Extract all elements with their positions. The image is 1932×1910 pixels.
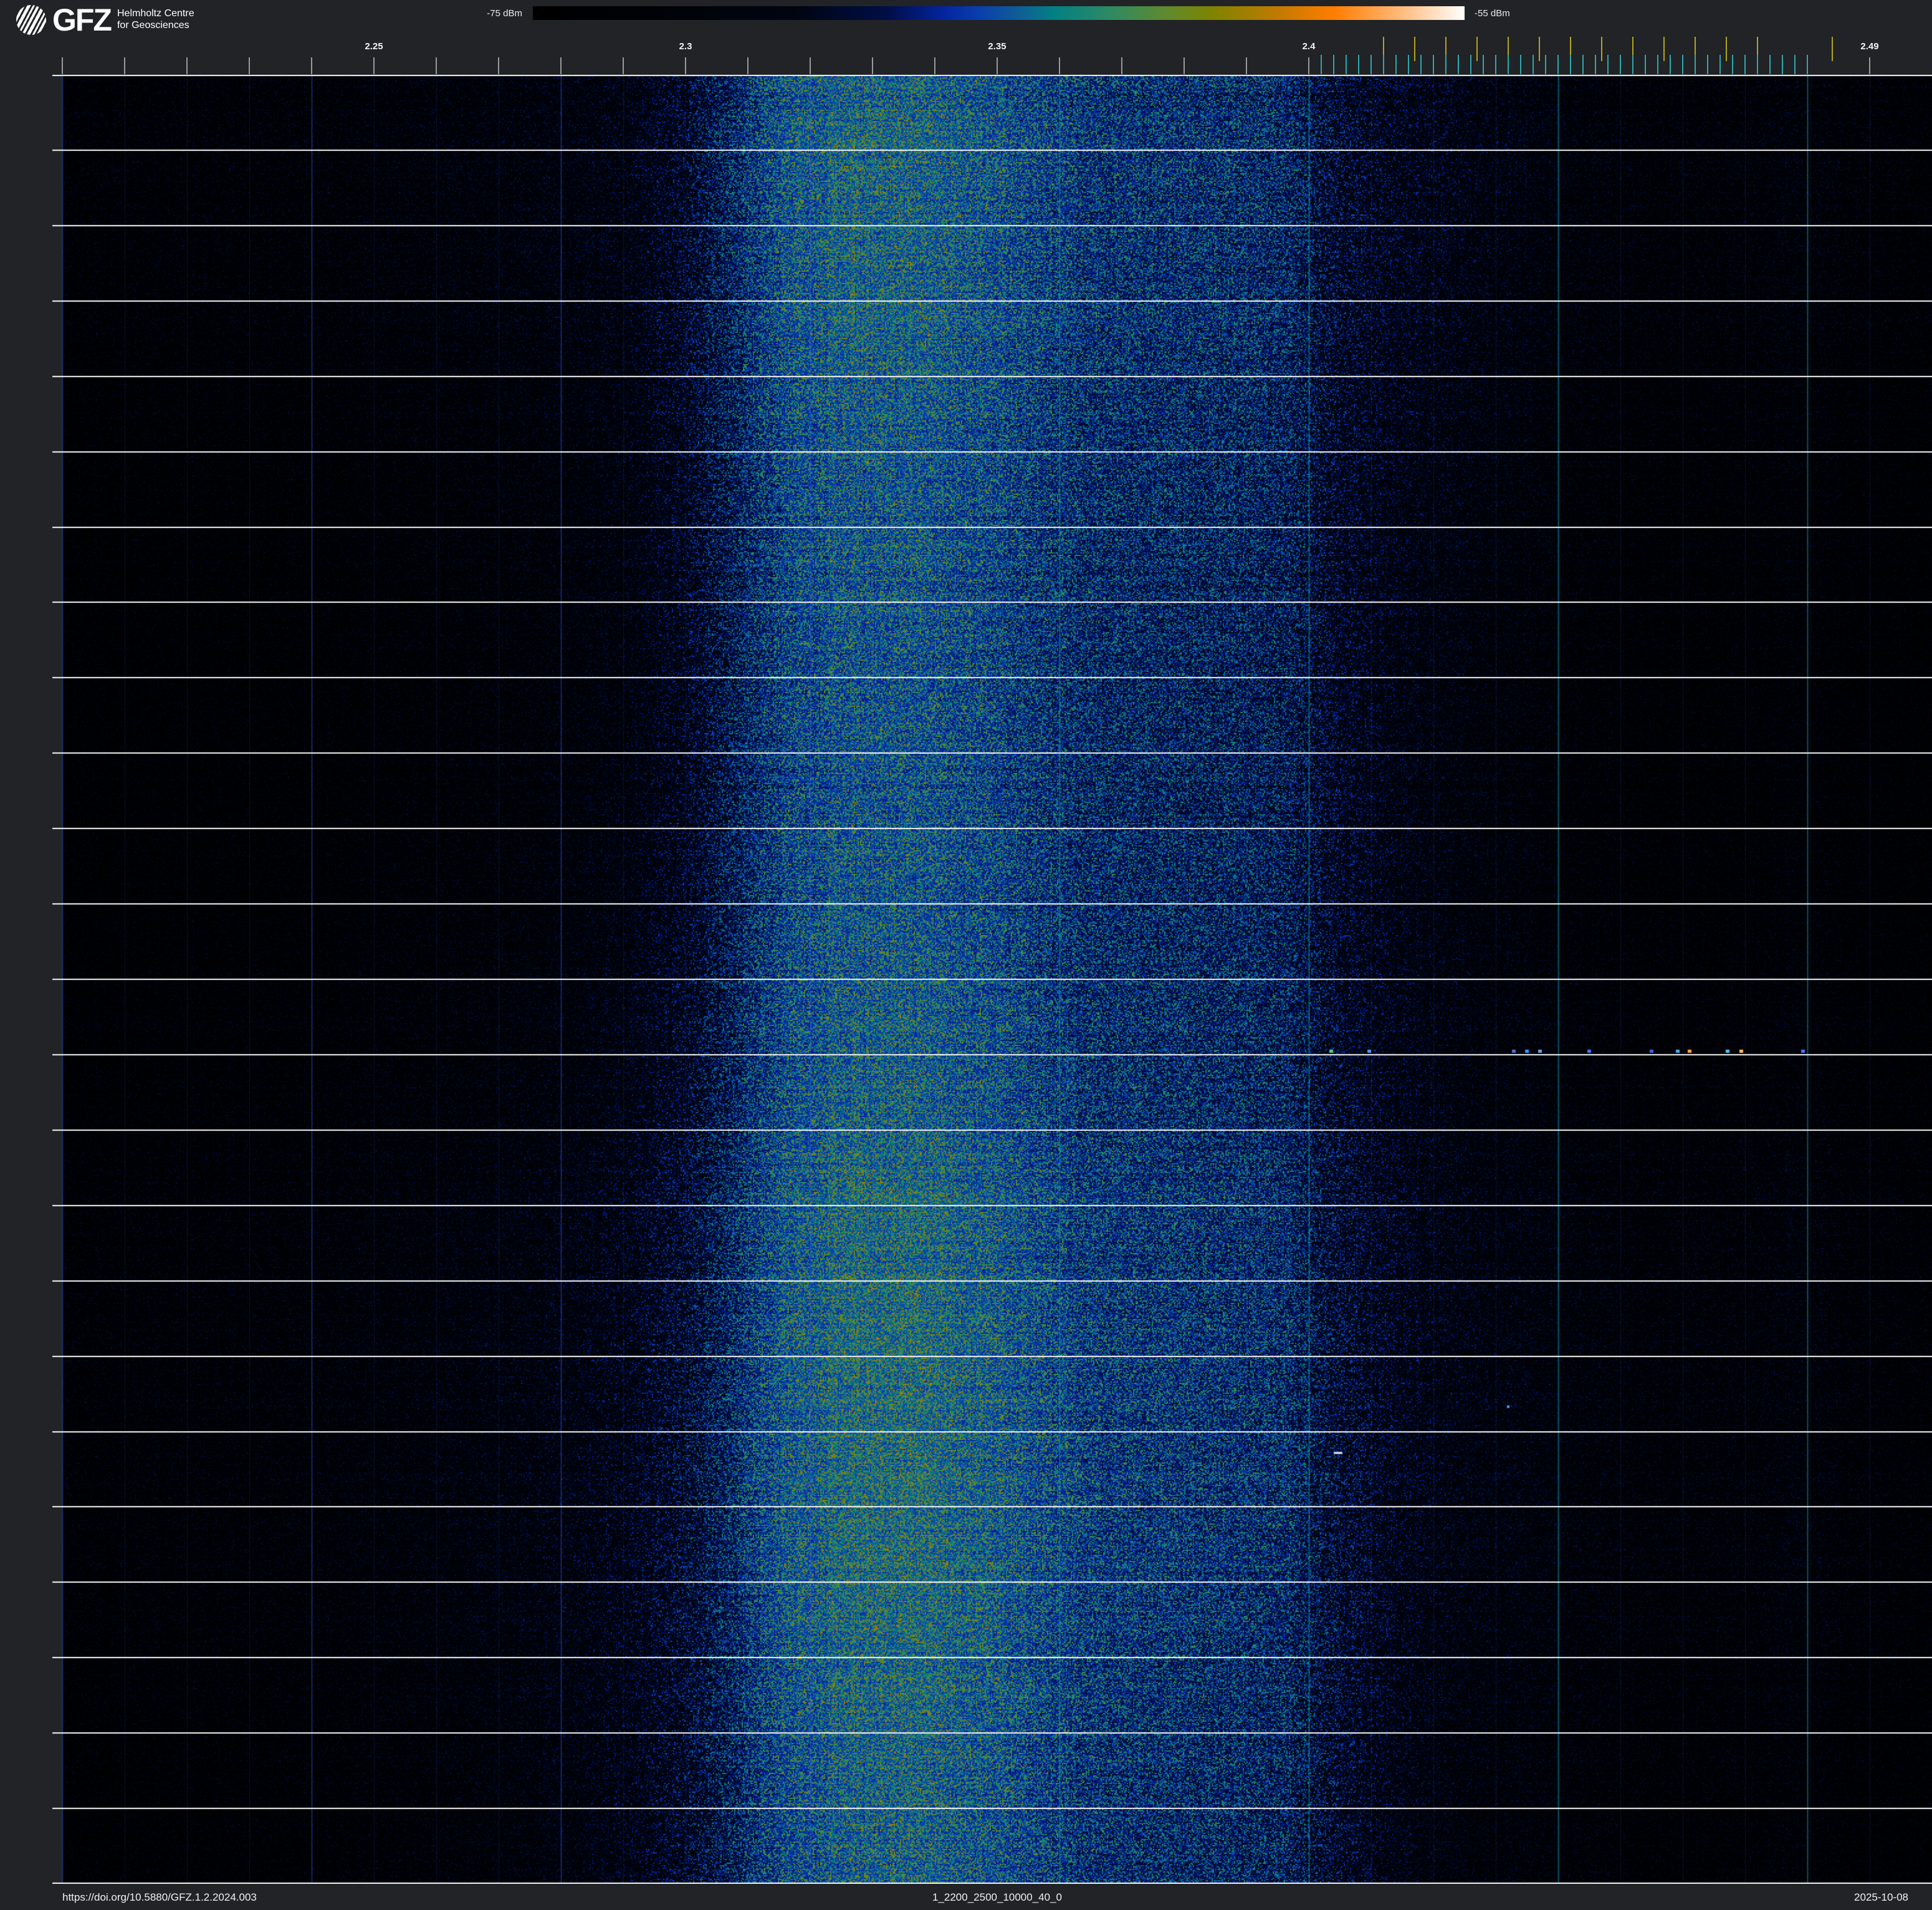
ble-channel-tick [1321,55,1322,74]
gfz-logo-line2: for Geosciences [117,20,189,31]
ble-channel-tick [1533,55,1534,74]
ble-channel-tick [1508,55,1509,74]
wifi-channel-tick [1663,37,1665,61]
gfz-logo: GFZ Helmholtz Centre for Geosciences [16,4,194,36]
ble-channel-tick [1395,55,1397,74]
ble-channel-tick [1744,55,1746,74]
ble-channel-tick [1458,55,1459,74]
ble-channel-tick [1420,55,1422,74]
ble-channel-tick [1570,55,1571,74]
ble-channel-tick [1557,55,1559,74]
freq-tick [1246,57,1247,74]
ble-channel-tick [1433,55,1434,74]
freq-tick [685,57,686,74]
ble-channel-tick [1607,55,1609,74]
footer-dataset-id: 1_2200_2500_10000_40_0 [932,1891,1063,1903]
ble-channel-tick [1645,55,1646,74]
gfz-logo-brand: GFZ [52,2,112,37]
ble-channel-tick [1794,55,1796,74]
freq-tick [1184,57,1185,74]
ble-channel-tick [1807,55,1808,74]
ble-channel-tick [1358,55,1359,74]
freq-tick [934,57,935,74]
spectrogram-heatmap [52,75,1932,1884]
colorbar-max-label: -55 dBm [1475,8,1510,19]
freq-tick [1869,57,1870,74]
ble-channel-tick [1757,55,1758,74]
freq-tick [373,57,375,74]
ble-channel-tick [1769,55,1771,74]
freq-tick [62,57,63,74]
freq-tick [1059,57,1060,74]
freq-tick [560,57,562,74]
freq-axis-label: 2.25 [365,41,383,52]
freq-tick [1121,57,1122,74]
freq-tick [249,57,250,74]
ble-channel-tick [1370,55,1372,74]
ble-channel-tick [1495,55,1496,74]
spectrogram-page: { "page": {"width": 3100, "height": 3064… [0,0,1932,1910]
freq-tick [872,57,873,74]
ble-channel-tick [1782,55,1783,74]
wifi-channel-tick [1832,37,1833,61]
footer-doi-link[interactable]: https://doi.org/10.5880/GFZ.1.2.2024.003 [62,1891,257,1904]
colorbar-gradient [533,6,1465,20]
freq-tick [124,57,125,74]
freq-tick [747,57,748,74]
wifi-channel-tick [1539,37,1540,61]
wifi-channel-tick [1476,37,1478,61]
ble-channel-tick [1632,55,1633,74]
ble-channel-tick [1695,55,1696,74]
freq-tick [186,57,188,74]
ble-channel-tick [1545,55,1546,74]
ble-channel-tick [1707,55,1708,74]
freq-tick [623,57,624,74]
ble-channel-tick [1719,55,1721,74]
ble-channel-tick [1333,55,1334,74]
freq-axis-label: 2.3 [679,41,692,52]
freq-axis-label: 2.49 [1860,41,1879,52]
wifi-channel-tick [1601,37,1602,61]
wifi-channel-tick [1726,37,1727,61]
ble-channel-tick [1732,55,1733,74]
ble-channel-tick [1657,55,1658,74]
freq-axis-label: 2.4 [1302,41,1316,52]
ble-channel-tick [1346,55,1347,74]
ble-channel-tick [1670,55,1671,74]
ble-channel-tick [1682,55,1683,74]
ble-channel-tick [1383,55,1384,74]
ble-channel-tick [1595,55,1596,74]
ble-channel-tick [1483,55,1484,74]
ble-channel-tick [1470,55,1471,74]
gfz-globe-icon [16,5,46,35]
freq-tick [311,57,312,74]
footer-date: 2025-10-08 [1854,1891,1908,1903]
colorbar-min-label: -75 dBm [487,8,522,19]
freq-tick [997,57,998,74]
freq-axis-label: 2.35 [988,41,1007,52]
ble-channel-tick [1520,55,1521,74]
ble-channel-tick [1445,55,1447,74]
ble-channel-tick [1408,55,1409,74]
freq-tick [436,57,437,74]
freq-tick [1308,57,1309,74]
freq-tick [810,57,811,74]
freq-tick [498,57,499,74]
wifi-channel-tick [1414,37,1415,61]
ble-channel-tick [1582,55,1584,74]
gfz-logo-line1: Helmholtz Centre [117,8,194,19]
ble-channel-tick [1620,55,1621,74]
gfz-logo-subtitle: Helmholtz Centre for Geosciences [117,8,194,32]
